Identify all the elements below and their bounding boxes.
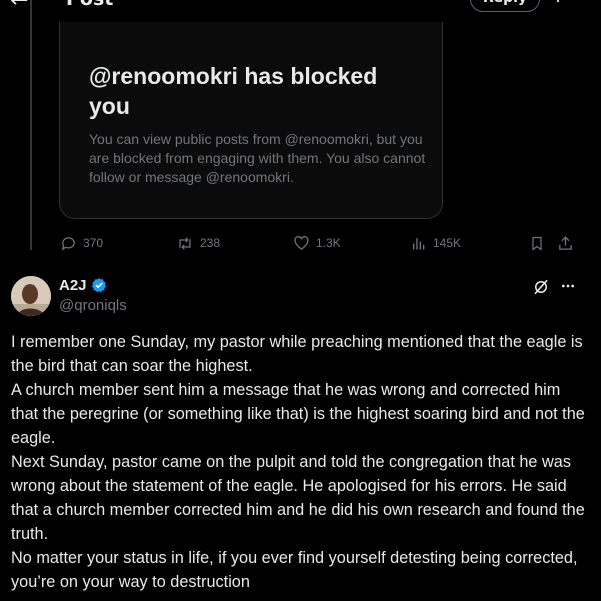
post-paragraph: I remember one Sunday, my pastor while p… — [11, 333, 583, 375]
views-count: 145K — [433, 236, 462, 250]
reply-icon — [61, 236, 75, 251]
like-action[interactable]: 1.3K — [293, 233, 341, 253]
post-actions-bar: 370 238 1.3K 145K — [60, 233, 580, 253]
reply-count: 370 — [83, 236, 104, 250]
repost-action[interactable]: 238 — [176, 233, 220, 253]
like-count: 1.3K — [316, 236, 341, 250]
heart-icon — [294, 235, 309, 250]
avatar[interactable] — [11, 276, 51, 316]
author-name-row: A2J — [59, 276, 107, 294]
top-bar: ← Post Reply — [0, 0, 601, 14]
back-arrow-icon[interactable]: ← — [10, 0, 28, 12]
reply-action[interactable]: 370 — [60, 233, 103, 253]
post-text: I remember one Sunday, my pastor while p… — [11, 330, 591, 594]
repost-count: 238 — [200, 236, 221, 250]
bookmark-icon — [532, 236, 542, 251]
avatar-photo-icon — [11, 276, 51, 316]
post-paragraph: A church member sent him a message that … — [11, 381, 585, 447]
more-options-icon[interactable] — [560, 278, 576, 294]
repost-icon — [179, 236, 191, 250]
thread-connector-line — [30, 0, 32, 250]
grok-icon[interactable] — [532, 278, 550, 296]
share-icon — [559, 235, 572, 250]
author-handle[interactable]: @qroniqls — [59, 297, 127, 314]
page-title: Post — [66, 0, 113, 10]
post-paragraph: Next Sunday, pastor came on the pulpit a… — [11, 453, 585, 543]
reply-button[interactable]: Reply — [470, 0, 540, 12]
post-paragraph: No matter your status in life, if you ev… — [11, 549, 578, 591]
blocked-card-title: @renoomokri has blocked you — [89, 63, 378, 119]
display-name[interactable]: A2J — [59, 277, 87, 294]
views-action[interactable]: 145K — [411, 233, 461, 253]
analytics-icon — [413, 237, 425, 249]
blocked-card-description: You can view public posts from @renoomok… — [89, 131, 426, 185]
share-action[interactable] — [557, 233, 574, 253]
reply-settings-icon[interactable] — [552, 0, 570, 10]
verified-badge-icon — [91, 278, 106, 293]
bookmark-action[interactable] — [529, 233, 545, 253]
